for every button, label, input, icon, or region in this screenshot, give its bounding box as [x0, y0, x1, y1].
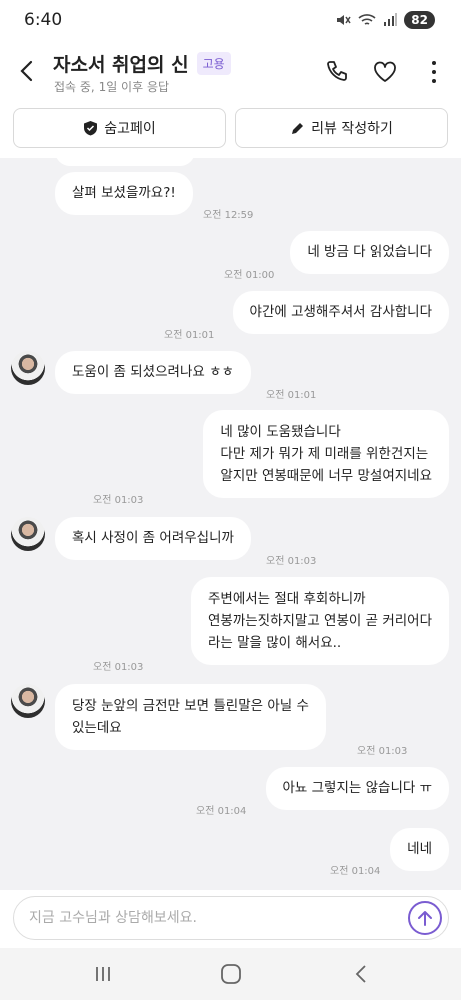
message-bubble: 당장 눈앞의 금전만 보면 틀린말은 아닐 수 있는데요 [55, 684, 326, 750]
message-bubble: 네 많이 도움됐습니다 다만 제가 뭐가 제 미래를 위한건지는 알지만 연봉때… [203, 410, 449, 498]
response-status: 접속 중, 1일 이후 응답 [54, 80, 170, 94]
battery-level: 82 [404, 11, 435, 29]
send-button[interactable] [408, 901, 442, 935]
avatar[interactable] [11, 517, 45, 551]
status-bar: 6:40 82 [0, 0, 461, 42]
chat-title: 자소서 취업의 신 [53, 54, 189, 76]
call-button[interactable] [322, 58, 350, 86]
message-bubble: 혹시 사정이 좀 어려우십니까 [55, 517, 251, 560]
back-nav-button[interactable] [346, 960, 376, 988]
more-vertical-icon [432, 61, 436, 83]
message-time: 오전 12:59 [203, 210, 254, 221]
favorite-button[interactable] [371, 58, 399, 86]
message-input[interactable] [29, 907, 389, 929]
message-bubble: 아뇨 그렇지는 않습니다 ㅠ [265, 767, 449, 810]
wifi-icon [358, 14, 376, 25]
back-nav-icon [355, 965, 366, 983]
soomgo-pay-button[interactable]: 숨고페이 [13, 108, 226, 148]
message-bubble: 도움이 좀 되셨으려나요 ㅎㅎ [55, 351, 251, 394]
recent-apps-button[interactable] [88, 960, 118, 988]
mute-icon [337, 15, 351, 25]
system-nav-bar [0, 948, 461, 1000]
back-button[interactable] [14, 57, 42, 85]
message-time: 오전 01:01 [266, 390, 317, 401]
message-time: 오전 01:04 [330, 866, 381, 877]
chevron-left-icon [20, 60, 33, 82]
message-bubble: 네네 [390, 828, 449, 871]
chat-header: 자소서 취업의 신 고용 접속 중, 1일 이후 응답 [0, 42, 461, 104]
message-bubble: 주변에서는 절대 후회하니까 연봉까는짓하지말고 연봉이 곧 커리어다 라는 말… [190, 577, 449, 665]
home-icon [221, 964, 241, 984]
write-review-label: 리뷰 작성하기 [311, 121, 393, 137]
shield-check-icon [84, 121, 98, 136]
action-bar: 숨고페이 리뷰 작성하기 [0, 104, 461, 158]
avatar[interactable] [11, 684, 45, 718]
soomgo-pay-label: 숨고페이 [104, 121, 156, 137]
message-time: 오전 01:04 [196, 806, 247, 817]
signal-icon [384, 13, 398, 26]
pencil-icon [292, 122, 304, 134]
more-options-button[interactable] [420, 58, 448, 86]
arrow-up-icon [418, 911, 432, 926]
message-time: 오전 01:03 [266, 556, 317, 567]
message-time: 오전 01:03 [93, 495, 144, 506]
message-time: 오전 01:03 [357, 746, 408, 757]
status-badge: 고용 [196, 52, 231, 75]
message-list[interactable]: 살펴 보셨을까요?! 오전 12:59 네 방금 다 읽었습니다 오전 01:0… [0, 158, 461, 890]
avatar[interactable] [11, 351, 45, 385]
status-time: 6:40 [24, 10, 63, 30]
message-time: 오전 01:03 [93, 662, 144, 673]
message-bubble: 야간에 고생해주셔서 감사합니다 [232, 291, 449, 334]
message-bubble: 살펴 보셨을까요?! [55, 172, 193, 215]
message-time: 오전 01:01 [164, 330, 215, 341]
message-time: 오전 01:00 [224, 270, 275, 281]
home-button[interactable] [216, 960, 246, 988]
message-input-box [13, 896, 449, 940]
write-review-button[interactable]: 리뷰 작성하기 [235, 108, 448, 148]
status-icons: 82 [335, 11, 435, 29]
phone-icon [327, 61, 347, 81]
message-bubble-partial [55, 158, 195, 166]
message-bubble: 네 방금 다 읽었습니다 [290, 231, 449, 274]
heart-icon [374, 61, 396, 82]
recent-apps-icon [96, 967, 110, 981]
input-bar [0, 890, 461, 948]
